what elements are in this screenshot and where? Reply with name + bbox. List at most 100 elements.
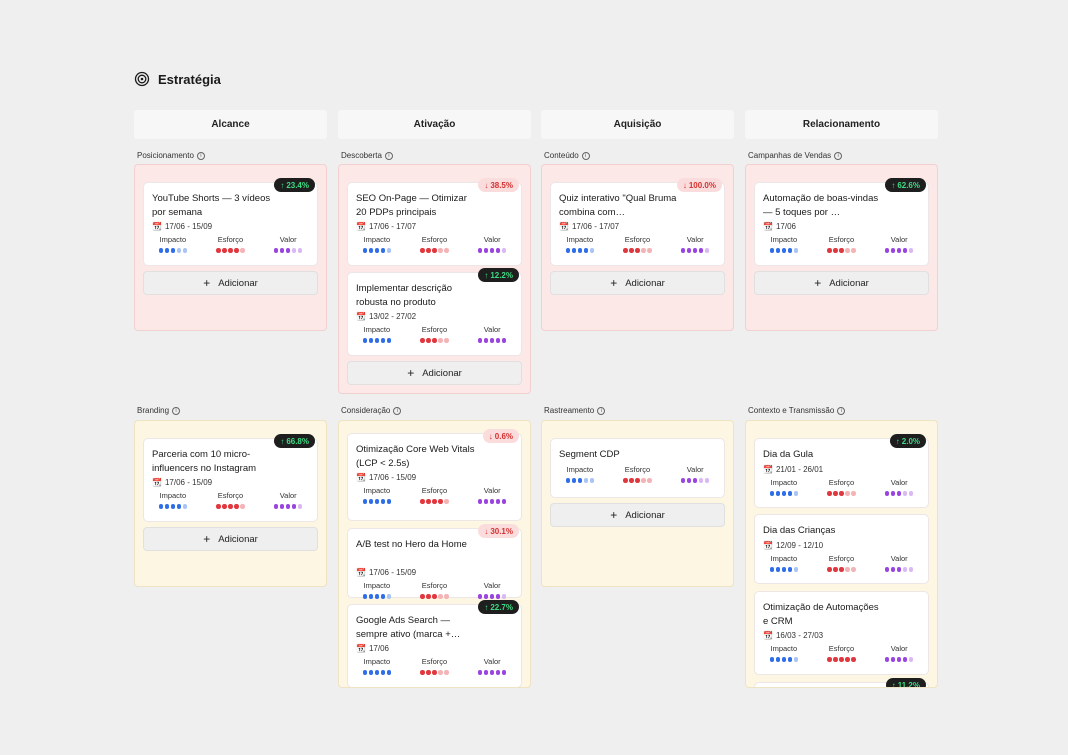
metric-dots	[755, 657, 928, 662]
initiative-card[interactable]: SEO On-Page — Otimizar 20 PDPs principai…	[347, 182, 522, 266]
rating-dot	[833, 657, 838, 662]
metric-labels: Impacto Esforço Valor	[348, 235, 521, 244]
rating-dot	[833, 491, 838, 496]
add-button-descoberta[interactable]: + Adicionar	[347, 361, 522, 385]
esforco-rating	[609, 248, 667, 253]
metric-label-esforco: Esforço	[421, 486, 448, 495]
initiative-card[interactable]: Otimização de Automações e CRM 📆 16/03 - 2…	[754, 591, 929, 675]
rating-dot	[851, 248, 856, 253]
rating-dot	[182, 248, 188, 253]
rating-dot	[368, 499, 374, 504]
rating-dot	[781, 248, 787, 253]
rating-dot	[704, 478, 710, 483]
info-icon[interactable]: i	[172, 406, 181, 415]
card-date-text: 17/06 - 15/09	[164, 478, 213, 487]
trend-value: 38.5%	[490, 180, 513, 190]
info-icon[interactable]: i	[597, 406, 606, 415]
rating-dot	[374, 338, 380, 343]
impacto-rating	[348, 338, 406, 343]
rating-dot	[164, 248, 170, 253]
section-label-text: Campanhas de Vendas	[748, 151, 832, 160]
initiative-card[interactable]: Automação de boas-vindas — 5 toques por …	[754, 182, 929, 266]
rating-dot	[426, 248, 431, 253]
section-label-text: Conteúdo	[544, 151, 579, 160]
metric-label-impacto: Impacto	[566, 235, 594, 244]
initiative-card[interactable]: Google Ads Search — sempre ativo (marca …	[347, 604, 522, 687]
metric-labels: Impacto Esforço Valor	[755, 235, 928, 244]
rating-dot	[577, 248, 583, 253]
rating-dot	[297, 248, 303, 253]
rating-dot	[501, 499, 507, 504]
rating-dot	[438, 594, 443, 599]
metric-dots	[551, 248, 724, 253]
rating-dot	[477, 670, 483, 675]
metric-label-valor: Valor	[483, 325, 501, 334]
rating-dot	[851, 491, 856, 496]
rating-dot	[374, 248, 380, 253]
target-icon	[134, 71, 150, 87]
rating-dot	[273, 248, 279, 253]
rating-dot	[420, 499, 425, 504]
rating-dot	[374, 670, 380, 675]
card-title: Dia das Crianças	[763, 525, 836, 536]
rating-dot	[571, 248, 577, 253]
info-icon[interactable]: i	[393, 406, 402, 415]
rating-dot	[489, 338, 495, 343]
initiative-card[interactable]: Parceria com 10 micro-influencers no Ins…	[143, 438, 318, 522]
info-icon[interactable]: i	[196, 151, 205, 160]
rating-dot	[495, 248, 501, 253]
add-button-conteudo[interactable]: + Adicionar	[550, 271, 725, 295]
esforco-rating	[813, 248, 871, 253]
rating-dot	[851, 567, 856, 572]
initiative-card[interactable]: Quiz interativo "Qual Bruma combina com……	[550, 182, 725, 266]
initiative-card[interactable]: A/B test no Hero da Home 📆 17/06 - 15/09 Im…	[347, 528, 522, 599]
metric-label-esforco: Esforço	[828, 644, 855, 653]
rating-dot	[577, 478, 583, 483]
rating-dot	[438, 338, 443, 343]
valor-rating	[463, 594, 521, 599]
metric-labels: Impacto Esforço Valor	[755, 478, 928, 487]
arrow-down-icon: ↓	[484, 526, 489, 536]
info-icon[interactable]: i	[837, 406, 846, 415]
info-icon[interactable]: i	[384, 151, 393, 160]
add-button-posicionamento[interactable]: + Adicionar	[143, 271, 318, 295]
rating-dot	[444, 338, 449, 343]
trend-badge: ↑ 66.8%	[274, 434, 315, 448]
esforco-rating	[813, 567, 871, 572]
rating-dot	[845, 657, 850, 662]
rating-dot	[362, 499, 368, 504]
card-title: Implementar descrição robusta no produto	[356, 283, 453, 308]
add-button-rastreamento[interactable]: + Adicionar	[550, 503, 725, 527]
esforco-rating	[406, 248, 464, 253]
rating-dot	[781, 567, 787, 572]
rating-dot	[890, 657, 896, 662]
metric-labels: Impacto Esforço Valor	[144, 235, 317, 244]
add-button-branding[interactable]: + Adicionar	[143, 527, 318, 551]
metric-label-impacto: Impacto	[363, 325, 391, 334]
metric-dots	[348, 594, 521, 599]
rating-dot	[374, 499, 380, 504]
card-date-text: 17/06	[368, 644, 389, 653]
section-label-consideracao: Consideração i	[341, 406, 402, 415]
info-icon[interactable]: i	[834, 151, 843, 160]
initiative-card[interactable]: Implementar descrição robusta no produto…	[347, 272, 522, 356]
metric-label-esforco: Esforço	[624, 465, 651, 474]
rating-dot	[386, 248, 392, 253]
rating-dot	[775, 567, 781, 572]
info-icon[interactable]: i	[581, 151, 590, 160]
rating-dot	[279, 504, 285, 509]
rating-dot	[182, 504, 188, 509]
plus-icon: +	[610, 276, 618, 290]
rating-dot	[176, 504, 182, 509]
initiative-card[interactable]: Segment CDP Impacto Esforço Valor	[550, 438, 725, 498]
trend-badge: ↓ 100.0%	[676, 178, 722, 192]
initiative-card[interactable]: Otimização Core Web Vitals (LCP < 2.5s) 📆…	[347, 433, 522, 521]
rating-dot	[629, 478, 634, 483]
rating-dot	[158, 248, 164, 253]
initiative-card[interactable]: Dia das Crianças 📆 12/09 - 12/10 Impacto Esf…	[754, 514, 929, 584]
column-header-aquisicao: Aquisição	[541, 110, 734, 139]
add-button-campanhas-de-vendas[interactable]: + Adicionar	[754, 271, 929, 295]
initiative-card[interactable]: Dia da Gula 📆 21/01 - 26/01 Impacto Esforço V…	[754, 438, 929, 508]
initiative-card[interactable]: YouTube Shorts — 3 vídeos por semana 📆 17/…	[143, 182, 318, 266]
arrow-up-icon: ↑	[280, 436, 285, 446]
